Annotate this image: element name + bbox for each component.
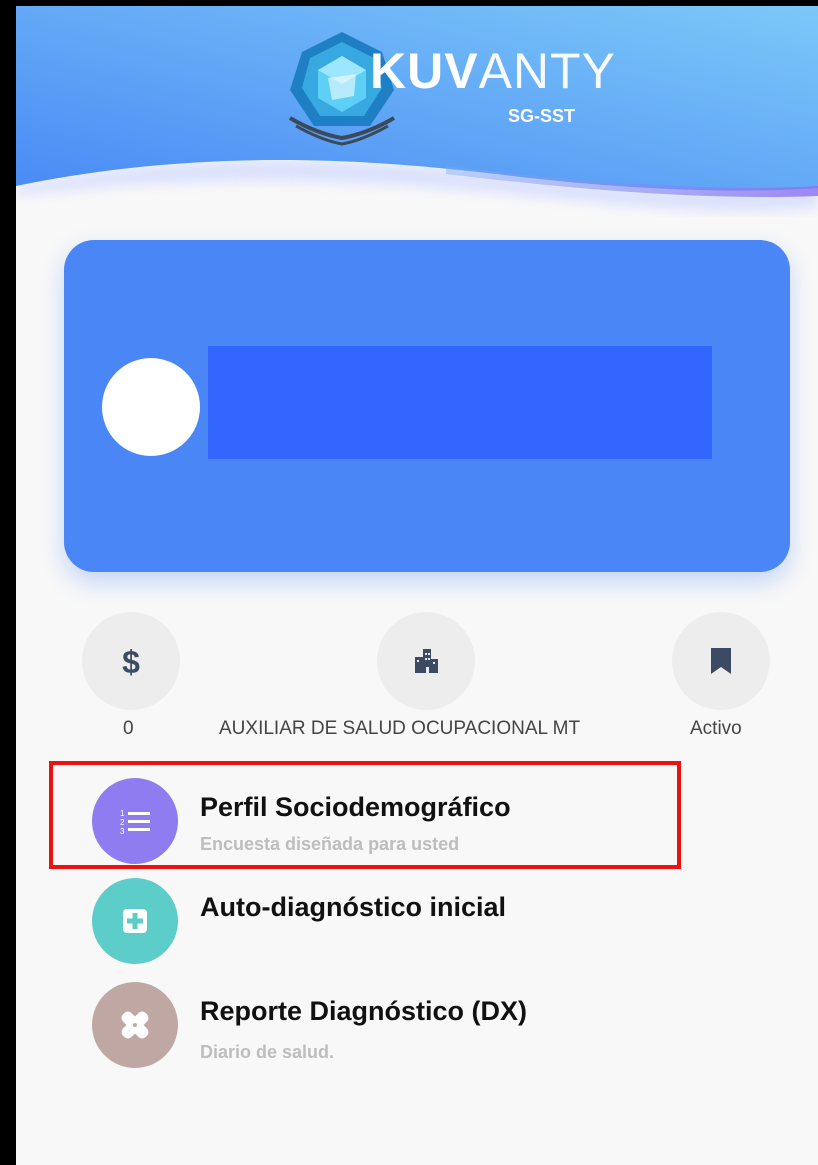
menu-item-title: Auto-diagnóstico inicial [200, 892, 507, 922]
dollar-icon: $ [122, 644, 140, 678]
menu-item-subtitle: Diario de salud. [200, 1042, 335, 1062]
app-screen: KUVANTY SG-SST $ 0 AUXILIAR DE SALUD OCU… [16, 6, 818, 1165]
medical-plus-icon [123, 909, 147, 933]
bookmark-icon [711, 648, 731, 674]
avatar[interactable] [102, 358, 200, 456]
status-value: Activo [690, 718, 742, 739]
logo-subtitle: SG-SST [508, 106, 576, 126]
redacted-user-name [208, 346, 712, 459]
menu-item-auto-diagnostico[interactable]: Auto-diagnóstico inicial [16, 878, 818, 968]
menu-icon-circle [92, 878, 178, 964]
salary-value: 0 [123, 718, 134, 739]
building-icon [415, 649, 438, 673]
menu-item-title: Reporte Diagnóstico (DX) [200, 996, 528, 1026]
logo-wordmark: KUVANTY [370, 43, 616, 99]
svg-text:$: $ [122, 644, 140, 678]
header-banner: KUVANTY SG-SST [16, 6, 818, 236]
menu-icon-circle [92, 982, 178, 1068]
profile-card[interactable] [64, 240, 790, 572]
position-stat [377, 612, 475, 710]
position-value: AUXILIAR DE SALUD OCUPACIONAL MT [219, 718, 581, 739]
bandage-icon [121, 1011, 149, 1039]
salary-stat: $ [82, 612, 180, 710]
status-stat [672, 612, 770, 710]
annotation-highlight-box [49, 761, 681, 869]
menu-item-reporte-diagnostico[interactable]: Reporte Diagnóstico (DX) Diario de salud… [16, 982, 818, 1072]
